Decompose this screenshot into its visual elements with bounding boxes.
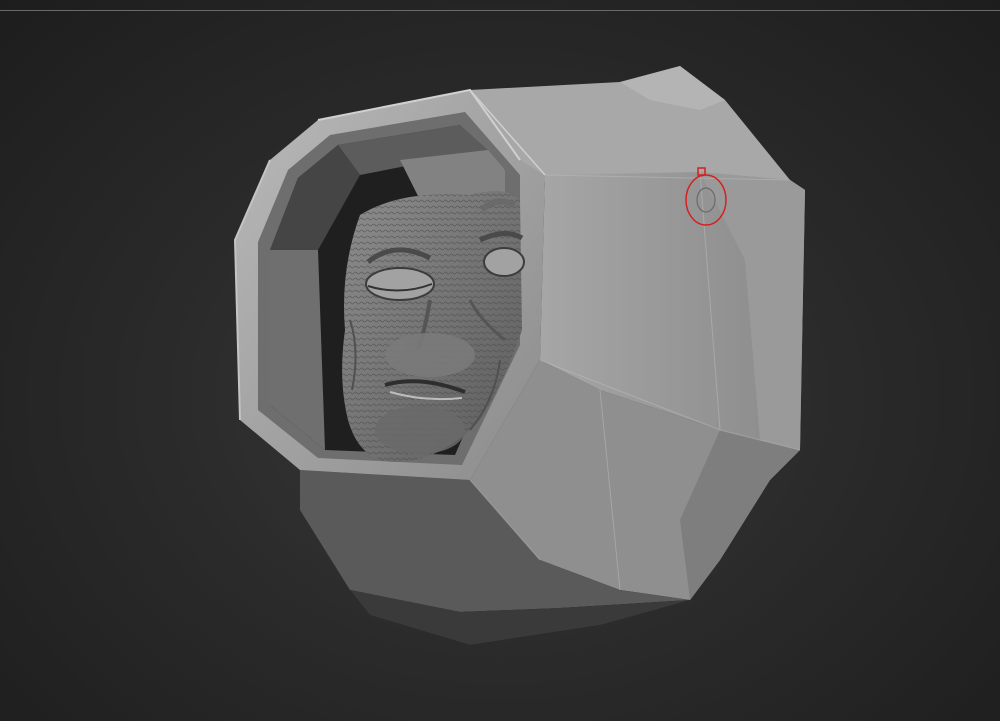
canvas-viewport[interactable] [0, 0, 1000, 721]
sculpt-model[interactable] [0, 0, 1000, 721]
